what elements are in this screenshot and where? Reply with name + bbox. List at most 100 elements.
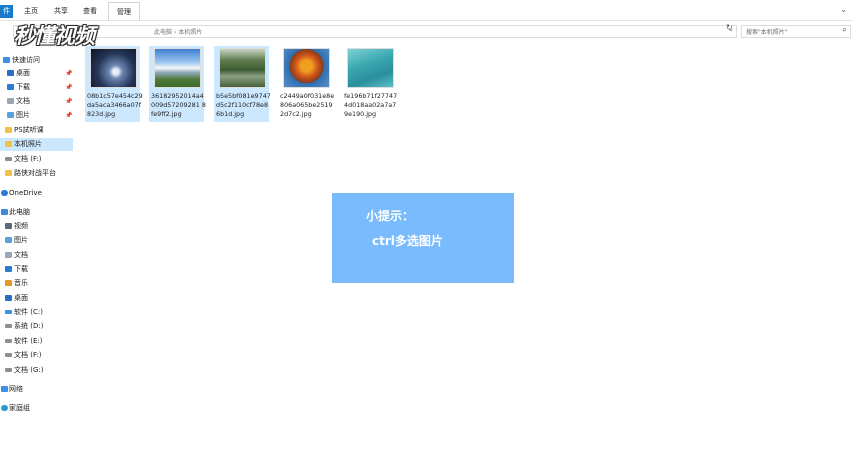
drive-icon — [5, 157, 12, 161]
sidebar-item-label: 桌面 — [16, 69, 30, 77]
image-thumbnail — [154, 48, 201, 88]
sidebar-item-label: 文档 (G:) — [14, 366, 44, 374]
sidebar-item-label: 图片 — [14, 236, 28, 244]
sidebar-item-ps-course[interactable]: PS試听课 — [0, 124, 73, 137]
star-icon — [3, 57, 10, 63]
sidebar-item-label: 软件 (E:) — [14, 337, 43, 345]
sidebar-item-label: 音乐 — [14, 279, 28, 287]
folder-icon — [5, 170, 12, 176]
watermark-logo: 秒懂视频 — [14, 24, 95, 48]
sidebar-item-homegroup[interactable]: 家庭组 — [0, 402, 73, 415]
sidebar-item-label: PS試听课 — [14, 126, 44, 134]
file-item[interactable]: c2449a0f031e8e806a065be25192d7c2.jpg — [278, 46, 334, 122]
computer-icon — [1, 209, 8, 215]
desktop-icon — [7, 70, 14, 76]
file-item[interactable]: 08b1c57e454c29da5aca3466a07f823d.jpg — [85, 46, 143, 122]
sidebar-item-label: 本机照片 — [14, 140, 42, 148]
tip-title: 小提示： — [366, 209, 415, 223]
collapse-ribbon-icon[interactable]: ⌄ — [840, 5, 847, 14]
file-item[interactable]: b5e5bf081e9747d5c2f110cf78e86b1d.jpg — [214, 46, 271, 122]
sidebar-item-quick-access[interactable]: 快速访问 — [0, 54, 73, 67]
tip-box: 小提示： ctrl多选图片 — [332, 193, 514, 283]
address-bar[interactable]: 此电脑 › 本机照片 ⌄ — [13, 25, 737, 38]
sidebar-item-label: 此电脑 — [9, 208, 30, 216]
tab-view[interactable]: 查看 — [83, 6, 97, 16]
tab-home[interactable]: 主页 — [24, 6, 38, 16]
sidebar-item-network[interactable]: 网络 — [0, 383, 73, 396]
sidebar-item-label: 文档 (F:) — [14, 155, 42, 163]
pin-icon[interactable]: 📌 — [65, 81, 72, 94]
tab-manage[interactable]: 管理 — [108, 2, 140, 20]
sidebar-item-label: 下载 — [16, 83, 30, 91]
sidebar-item-label: 系统 (D:) — [14, 322, 44, 330]
sidebar-item-label: 家庭组 — [9, 404, 30, 412]
sidebar-item-desktop-pc[interactable]: 桌面 — [0, 292, 73, 305]
sidebar-item-drive-c[interactable]: 软件 (C:) — [0, 306, 73, 319]
document-icon — [7, 98, 14, 104]
tip-body: ctrl多选图片 — [372, 234, 443, 248]
sidebar-item-label: 图片 — [16, 111, 30, 119]
sidebar-item-music[interactable]: 音乐 — [0, 277, 73, 290]
sidebar-item-drive-d[interactable]: 系统 (D:) — [0, 320, 73, 333]
file-name: 36182952014a4009d57209281 8fe9ff2.jpg — [151, 92, 206, 118]
refresh-icon[interactable]: ↻ — [726, 23, 733, 32]
sidebar-item-label: 文档 — [14, 251, 28, 259]
file-name: b5e5bf081e9747d5c2f110cf78e86b1d.jpg — [216, 92, 271, 118]
pin-icon[interactable]: 📌 — [65, 95, 72, 108]
image-thumbnail — [219, 48, 266, 88]
desktop-icon — [5, 295, 12, 301]
sidebar-item-desktop[interactable]: 桌面 📌 — [0, 67, 73, 80]
navigation-pane: 快速访问 桌面 📌 下载 📌 文档 📌 图片 📌 PS試听课 本机照片 文档 (… — [0, 50, 74, 471]
sidebar-item-drive-g[interactable]: 文档 (G:) — [0, 364, 73, 377]
cloud-icon — [1, 190, 8, 196]
search-input[interactable]: 搜索"本机照片" ⌕ — [741, 25, 851, 38]
network-icon — [1, 386, 8, 392]
image-thumbnail — [347, 48, 394, 88]
sidebar-item-documents-pc[interactable]: 文档 — [0, 249, 73, 262]
sidebar-item-onedrive[interactable]: OneDrive — [0, 187, 73, 200]
sidebar-item-drive-f[interactable]: 文档 (F:) — [0, 153, 73, 166]
drive-icon — [5, 353, 12, 357]
document-icon — [5, 252, 12, 258]
file-name: 08b1c57e454c29da5aca3466a07f823d.jpg — [87, 92, 143, 118]
picture-icon — [7, 112, 14, 118]
sidebar-item-label: 文档 — [16, 97, 30, 105]
sidebar-item-label: 桌面 — [14, 294, 28, 302]
folder-icon — [5, 127, 12, 133]
file-item[interactable]: fe196b71f277474d018aa02a7a79e190.jpg — [342, 46, 397, 122]
file-item[interactable]: 36182952014a4009d57209281 8fe9ff2.jpg — [149, 46, 206, 122]
sidebar-item-drive-e[interactable]: 软件 (E:) — [0, 335, 73, 348]
sidebar-item-label: 软件 (C:) — [14, 308, 43, 316]
picture-icon — [5, 237, 12, 243]
sidebar-item-game-platform[interactable]: 路侠对战平台 — [0, 167, 73, 180]
tab-share[interactable]: 共享 — [54, 6, 68, 16]
sidebar-item-downloads[interactable]: 下载 📌 — [0, 81, 73, 94]
sidebar-item-drive-f-pc[interactable]: 文档 (F:) — [0, 349, 73, 362]
homegroup-icon — [1, 405, 8, 411]
drive-icon — [5, 324, 12, 328]
sidebar-item-downloads-pc[interactable]: 下载 — [0, 263, 73, 276]
sidebar-item-local-photos[interactable]: 本机照片 — [0, 138, 73, 151]
download-icon — [7, 84, 14, 90]
file-name: fe196b71f277474d018aa02a7a79e190.jpg — [344, 92, 398, 118]
sidebar-item-label: 路侠对战平台 — [14, 169, 56, 177]
sidebar-item-pictures-pc[interactable]: 图片 — [0, 234, 73, 247]
download-icon — [5, 266, 12, 272]
sidebar-item-pictures[interactable]: 图片 📌 — [0, 109, 73, 122]
sidebar-item-label: 快速访问 — [12, 56, 40, 64]
sidebar-item-this-pc[interactable]: 此电脑 — [0, 206, 73, 219]
video-icon — [5, 223, 12, 229]
image-thumbnail — [283, 48, 330, 88]
pin-icon[interactable]: 📌 — [65, 109, 72, 122]
address-path: 此电脑 › 本机照片 — [154, 29, 203, 36]
pin-icon[interactable]: 📌 — [65, 67, 72, 80]
search-placeholder: 搜索"本机照片" — [746, 29, 788, 36]
folder-icon — [5, 141, 12, 147]
drive-icon — [5, 368, 12, 372]
tab-file[interactable]: 件 — [0, 5, 13, 18]
sidebar-item-documents[interactable]: 文档 📌 — [0, 95, 73, 108]
search-icon[interactable]: ⌕ — [843, 25, 847, 35]
sidebar-item-label: OneDrive — [9, 189, 42, 197]
sidebar-item-videos[interactable]: 视频 — [0, 220, 73, 233]
sidebar-item-label: 下载 — [14, 265, 28, 273]
